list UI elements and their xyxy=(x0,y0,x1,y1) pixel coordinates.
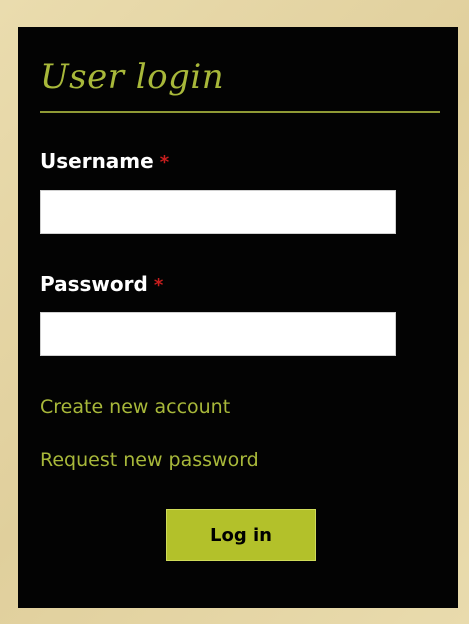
password-input[interactable] xyxy=(40,312,396,356)
request-password-link[interactable]: Request new password xyxy=(40,448,259,472)
username-label-text: Username xyxy=(40,149,154,173)
password-label-text: Password xyxy=(40,272,148,296)
username-required-marker: * xyxy=(159,152,170,173)
user-login-block: User login Username * Password * Create ne… xyxy=(18,27,458,608)
username-input[interactable] xyxy=(40,190,396,234)
title-divider xyxy=(40,111,440,113)
password-required-marker: * xyxy=(153,275,164,296)
create-account-link[interactable]: Create new account xyxy=(40,395,230,419)
password-label: Password * xyxy=(40,272,163,298)
block-title: User login xyxy=(40,57,225,97)
login-button[interactable]: Log in xyxy=(166,509,316,561)
username-label: Username * xyxy=(40,149,169,175)
